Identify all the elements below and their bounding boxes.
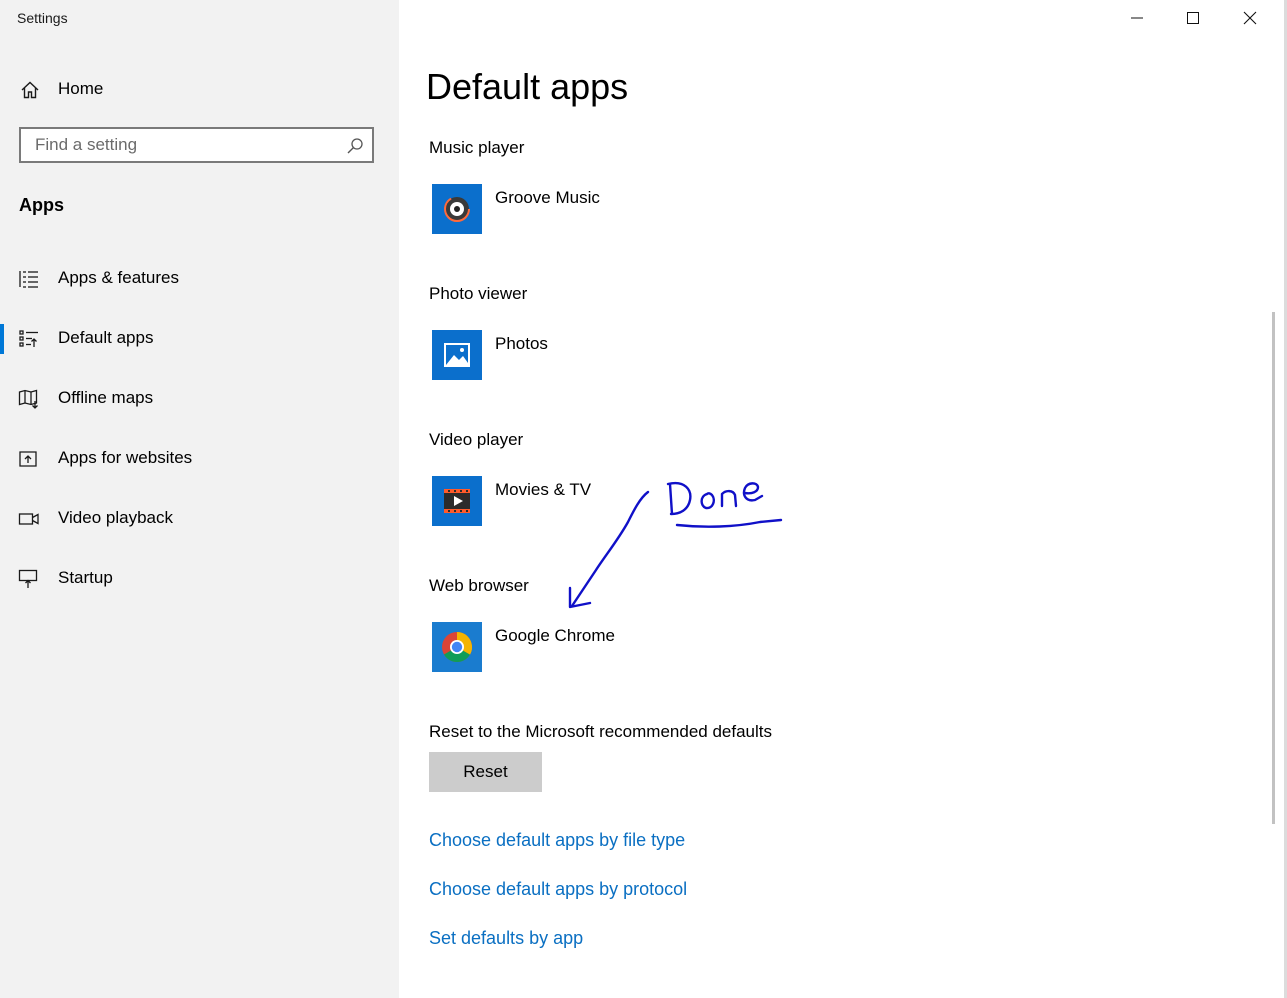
chrome-icon (442, 631, 473, 663)
movies-tv-icon (444, 489, 470, 513)
search-input[interactable] (21, 129, 355, 161)
sidebar-item-startup[interactable]: Startup (0, 554, 399, 604)
sidebar-item-label: Offline maps (58, 388, 154, 407)
sidebar-item-home-label: Home (58, 79, 104, 98)
photos-icon (444, 343, 470, 367)
app-tile (432, 476, 482, 526)
app-name: Groove Music (495, 188, 600, 207)
arrow-head (568, 586, 592, 609)
sidebar-item-apps-for-websites[interactable]: Apps for websites (0, 434, 399, 484)
app-name: Movies & TV (495, 480, 592, 499)
sidebar-item-label: Apps for websites (58, 448, 193, 467)
sidebar-item-home[interactable]: Home (0, 70, 399, 108)
list-icon (19, 271, 38, 288)
page-title: Default apps (426, 66, 629, 107)
sidebar-item-label: Video playback (58, 508, 173, 527)
reset-button[interactable]: Reset (429, 752, 542, 792)
sidebar-item-apps-features[interactable]: Apps & features (0, 254, 399, 304)
section-title: Apps (19, 195, 64, 215)
reset-label: Reset to the Microsoft recommended defau… (429, 722, 772, 741)
home-icon (21, 81, 39, 99)
app-tile (432, 622, 482, 672)
photo-viewer-selector[interactable]: Photos (432, 330, 852, 380)
close-button[interactable] (1221, 0, 1279, 34)
search-box (19, 127, 374, 163)
minimize-button[interactable] (1108, 0, 1166, 34)
link-set-defaults-by-app[interactable]: Set defaults by app (429, 928, 583, 949)
category-label-browser: Web browser (429, 576, 529, 595)
web-browser-selector[interactable]: Google Chrome (432, 622, 852, 672)
sidebar-item-offline-maps[interactable]: Offline maps (0, 374, 399, 424)
sidebar-item-label: Apps & features (58, 268, 179, 287)
sidebar: Settings Home Apps (0, 0, 399, 998)
sidebar-item-video-playback[interactable]: Video playback (0, 494, 399, 544)
selection-indicator (0, 324, 4, 354)
category-label-video: Video player (429, 430, 524, 449)
default-apps-icon (19, 330, 38, 347)
app-tile (432, 184, 482, 234)
startup-icon (18, 569, 38, 588)
music-player-selector[interactable]: Groove Music (432, 184, 852, 234)
scrollbar-thumb[interactable] (1272, 312, 1275, 824)
video-camera-icon (18, 513, 39, 525)
search-icon[interactable] (346, 137, 364, 155)
map-icon (18, 389, 38, 409)
maximize-icon (1187, 12, 1199, 24)
sidebar-item-default-apps[interactable]: Default apps (0, 314, 399, 364)
app-tile (432, 330, 482, 380)
sidebar-item-label: Default apps (58, 328, 154, 347)
minimize-icon (1131, 17, 1143, 19)
video-player-selector[interactable]: Movies & TV (432, 476, 852, 526)
close-icon (1243, 11, 1257, 25)
open-external-icon (19, 451, 37, 467)
category-label-photo: Photo viewer (429, 284, 528, 303)
category-label-music: Music player (429, 138, 525, 157)
app-name: Photos (495, 334, 548, 353)
link-default-apps-by-protocol[interactable]: Choose default apps by protocol (429, 879, 687, 900)
window-title: Settings (17, 10, 68, 26)
app-name: Google Chrome (495, 626, 616, 645)
link-default-apps-by-file-type[interactable]: Choose default apps by file type (429, 830, 685, 851)
groove-music-icon (444, 196, 470, 222)
maximize-button[interactable] (1164, 0, 1222, 34)
settings-window: Settings Home Apps (0, 0, 1287, 998)
sidebar-item-label: Startup (58, 568, 113, 587)
